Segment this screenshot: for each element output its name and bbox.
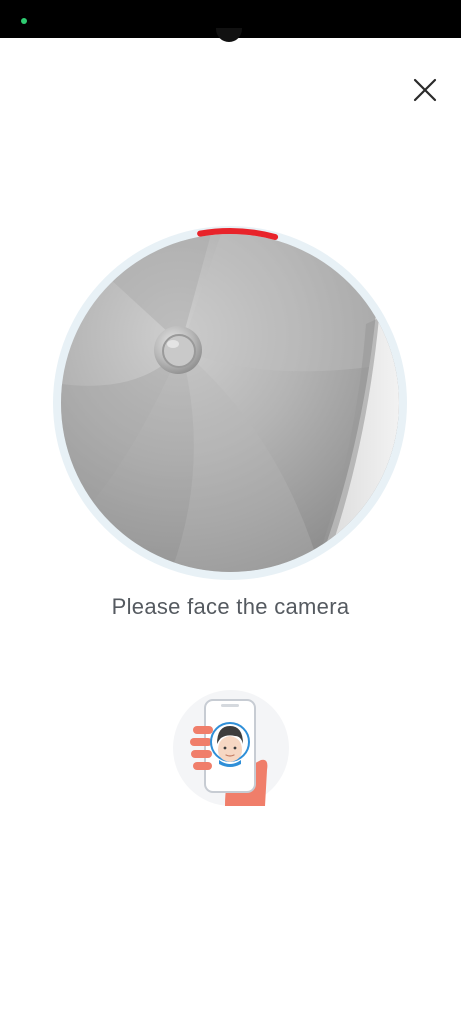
camera-feed-image (61, 234, 399, 572)
close-icon (413, 78, 437, 102)
camera-preview (61, 234, 399, 572)
close-button[interactable] (407, 72, 443, 108)
face-scan-phone-icon (173, 690, 289, 806)
face-verification-screen: Please face the camera (0, 0, 461, 1024)
face-scan-illustration (169, 686, 293, 810)
instruction-text: Please face the camera (111, 594, 350, 619)
front-camera-notch (216, 28, 242, 42)
status-indicator-dot (21, 18, 27, 24)
